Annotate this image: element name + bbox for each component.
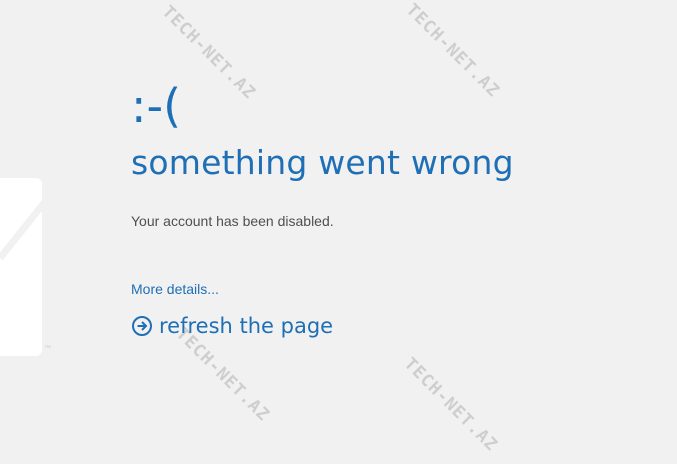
background-logo [0, 178, 42, 356]
error-panel: :-( something went wrong Your account ha… [131, 76, 651, 339]
trademark-symbol: ™ [44, 345, 51, 352]
error-headline: something went wrong [131, 143, 514, 182]
watermark: TECH-NET.AZ [399, 354, 502, 456]
logo-diagonal-mark [0, 199, 42, 261]
refresh-page-button[interactable]: refresh the page [131, 313, 651, 339]
sad-face-emoticon: :-( [131, 79, 182, 133]
more-details-link[interactable]: More details... [131, 280, 219, 298]
refresh-page-label: refresh the page [159, 314, 334, 338]
watermark: TECH-NET.AZ [171, 324, 274, 426]
error-message: Your account has been disabled. [131, 213, 334, 229]
arrow-circle-right-icon [131, 315, 153, 337]
